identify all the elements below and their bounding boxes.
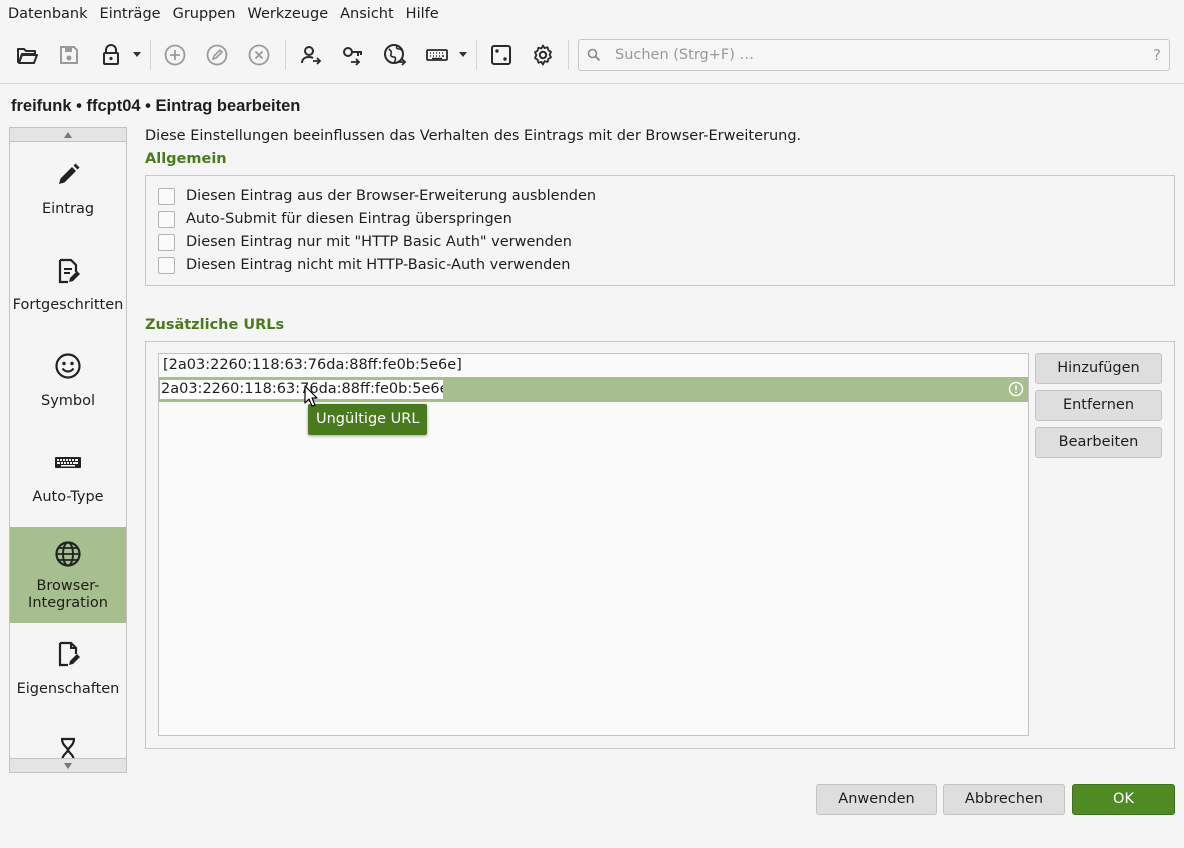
pencil-icon: [59, 163, 80, 184]
lock-dropdown-arrow-icon[interactable]: [133, 52, 141, 57]
sidebar-item-symbol[interactable]: Symbol: [10, 335, 126, 431]
checkbox-label: Diesen Eintrag nicht mit HTTP-Basic-Auth…: [186, 257, 571, 273]
copy-password-icon: [343, 47, 362, 66]
search-help-icon[interactable]: ?: [1153, 40, 1161, 70]
add-entry-button[interactable]: [158, 38, 192, 72]
sidebar-item-label: Browser-: [36, 578, 100, 594]
password-generator-icon: [491, 45, 511, 65]
invalid-url-tooltip: Ungültige URL: [308, 404, 428, 435]
menu-bar: Datenbank Einträge Gruppen Werkzeuge Ans…: [0, 0, 1184, 28]
delete-entry-icon: [248, 44, 270, 66]
url-list[interactable]: [2a03:2260:118:63:76da:88ff:fe0b:5e6e] 2…: [158, 353, 1029, 736]
toolbar-separator: [150, 40, 151, 70]
autotype-icon: [426, 49, 448, 61]
sidebar-item-eintrag[interactable]: Eintrag: [10, 143, 126, 239]
edit-entry-icon: [206, 44, 228, 66]
apply-button[interactable]: Anwenden: [816, 784, 937, 815]
skip-autosubmit-checkbox[interactable]: [158, 210, 175, 228]
keyboard-icon: [55, 457, 81, 468]
sidebar-item-label: Integration: [28, 595, 108, 611]
settings-icon: [534, 44, 552, 66]
arrow-down-icon: [64, 763, 72, 769]
menu-gruppen[interactable]: Gruppen: [167, 0, 242, 28]
toolbar-separator: [285, 40, 286, 70]
checkbox-row-hide-entry[interactable]: Diesen Eintrag aus der Browser-Erweiteru…: [158, 186, 596, 206]
menu-datenbank[interactable]: Datenbank: [2, 0, 94, 28]
list-item-selected[interactable]: 2a03:2260:118:63:76da:88ff:fe0b:5e6e: [159, 377, 1028, 402]
url-edit-text: 2a03:2260:118:63:76da:88ff:fe0b:5e6e: [161, 381, 443, 397]
menu-werkzeuge[interactable]: Werkzeuge: [242, 0, 335, 28]
sidebar-item-browser-integration[interactable]: Browser- Integration: [10, 527, 126, 623]
intro-text: Diese Einstellungen beeinflussen das Ver…: [145, 128, 802, 144]
ok-button[interactable]: OK: [1072, 784, 1175, 815]
edit-entry-button[interactable]: [200, 38, 234, 72]
sidebar-item-auto-type[interactable]: Auto-Type: [10, 431, 126, 527]
menu-ansicht[interactable]: Ansicht: [334, 0, 400, 28]
add-url-button[interactable]: Hinzufügen: [1035, 353, 1162, 384]
search-placeholder: Suchen (Strg+F) …: [615, 47, 754, 63]
open-database-button[interactable]: [10, 38, 44, 72]
sidebar-scroll-up-button[interactable]: [10, 128, 126, 142]
copy-username-button[interactable]: [294, 38, 328, 72]
sidebar-item-fortgeschritten[interactable]: Fortgeschritten: [10, 239, 126, 335]
toolbar-divider: [0, 83, 1184, 84]
list-item[interactable]: [2a03:2260:118:63:76da:88ff:fe0b:5e6e]: [159, 354, 1028, 377]
document-edit-icon: [58, 258, 80, 284]
add-entry-icon: [164, 44, 186, 66]
sidebar-item-label: Eigenschaften: [16, 681, 120, 697]
delete-entry-button[interactable]: [242, 38, 276, 72]
hide-entry-checkbox[interactable]: [158, 187, 175, 205]
section-title-additional-urls: Zusätzliche URLs: [145, 317, 285, 333]
menu-eintraege[interactable]: Einträge: [94, 0, 167, 28]
checkbox-row-only-http-auth[interactable]: Diesen Eintrag nur mit "HTTP Basic Auth"…: [158, 232, 572, 252]
lock-database-button[interactable]: [94, 38, 128, 72]
sidebar-scroll-down-button[interactable]: [10, 758, 126, 772]
category-sidebar: Eintrag Fortgeschritten Symbol Auto-Type…: [9, 127, 127, 773]
warning-icon: [1008, 381, 1024, 397]
copy-username-icon: [301, 46, 322, 65]
open-url-button[interactable]: [378, 38, 412, 72]
url-edit-input[interactable]: 2a03:2260:118:63:76da:88ff:fe0b:5e6e: [160, 380, 443, 399]
search-field[interactable]: Suchen (Strg+F) … ?: [578, 39, 1170, 71]
sidebar-item-label: Fortgeschritten: [12, 297, 124, 313]
globe-icon: [55, 541, 81, 567]
remove-url-button[interactable]: Entfernen: [1035, 390, 1162, 421]
autotype-dropdown-arrow-icon[interactable]: [459, 52, 467, 57]
sidebar-item-label: Symbol: [40, 393, 95, 409]
cancel-button[interactable]: Abbrechen: [943, 784, 1065, 815]
sidebar-item-label: Eintrag: [41, 201, 95, 217]
sidebar-item-eigenschaften[interactable]: Eigenschaften: [10, 623, 126, 719]
only-http-auth-checkbox[interactable]: [158, 233, 175, 251]
lock-icon: [103, 44, 119, 65]
sidebar-item-label: Auto-Type: [32, 489, 104, 505]
toolbar-separator: [476, 40, 477, 70]
file-edit-icon: [58, 641, 80, 667]
checkbox-row-skip-autosubmit[interactable]: Auto-Submit für diesen Eintrag übersprin…: [158, 209, 512, 229]
copy-password-button[interactable]: [336, 38, 370, 72]
toolbar-separator: [568, 40, 569, 70]
arrow-up-icon: [64, 132, 72, 138]
checkbox-label: Auto-Submit für diesen Eintrag übersprin…: [186, 211, 512, 227]
folder-open-icon: [17, 48, 38, 64]
open-url-icon: [384, 44, 407, 66]
autotype-button[interactable]: [420, 38, 454, 72]
search-icon: [587, 48, 601, 62]
save-database-button[interactable]: [52, 38, 86, 72]
password-generator-button[interactable]: [484, 38, 518, 72]
save-icon: [60, 46, 78, 64]
general-group-box: Diesen Eintrag aus der Browser-Erweiteru…: [145, 175, 1175, 286]
mouse-cursor-icon: [304, 385, 318, 407]
checkbox-label: Diesen Eintrag nur mit "HTTP Basic Auth"…: [186, 234, 572, 250]
page-title: freifunk • ffcpt04 • Eintrag bearbeiten: [11, 97, 301, 115]
settings-button[interactable]: [526, 38, 560, 72]
smiley-icon: [55, 353, 81, 379]
edit-url-button[interactable]: Bearbeiten: [1035, 427, 1162, 458]
section-title-general: Allgemein: [145, 151, 227, 167]
checkbox-label: Diesen Eintrag aus der Browser-Erweiteru…: [186, 188, 597, 204]
menu-hilfe[interactable]: Hilfe: [400, 0, 445, 28]
checkbox-row-not-http-auth[interactable]: Diesen Eintrag nicht mit HTTP-Basic-Auth…: [158, 255, 570, 275]
not-http-auth-checkbox[interactable]: [158, 256, 175, 274]
